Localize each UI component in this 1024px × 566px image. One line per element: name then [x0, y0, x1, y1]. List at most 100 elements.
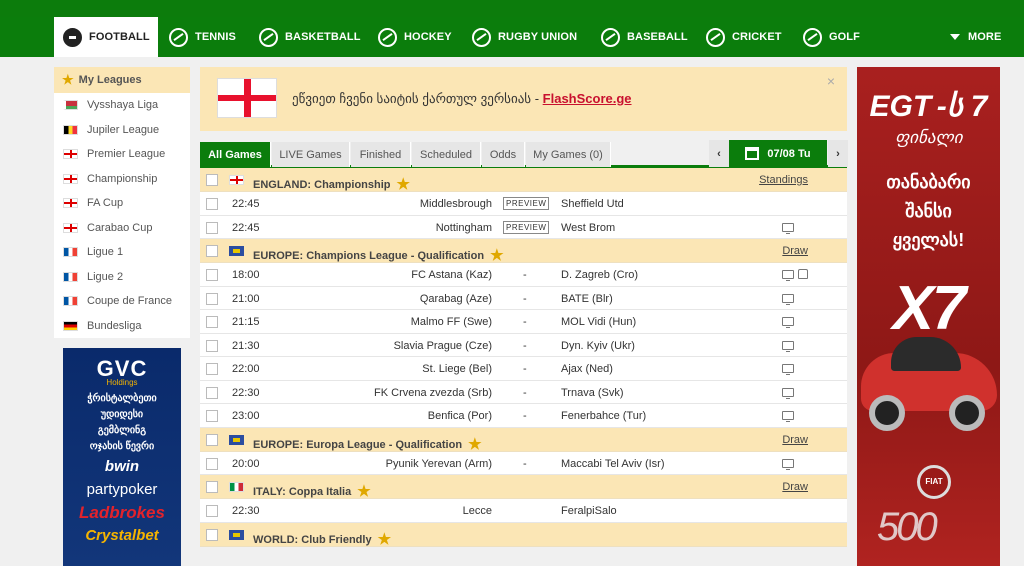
match-checkbox[interactable] [206, 505, 218, 517]
match-checkbox[interactable] [206, 363, 218, 375]
tv-icon[interactable] [782, 411, 794, 422]
lineup-shirt-icon[interactable] [798, 269, 808, 279]
tv-icon[interactable] [782, 293, 794, 305]
tab-all-games[interactable]: All Games [200, 142, 271, 167]
tab-odds[interactable]: Odds [482, 142, 525, 167]
nav-tennis[interactable]: Tennis [169, 17, 236, 57]
preview-badge[interactable]: PREVIEW [503, 220, 550, 234]
nav-cricket[interactable]: Cricket [706, 17, 782, 57]
league-link-bundesliga[interactable]: Bundesliga [54, 314, 190, 339]
nav-rugby-union[interactable]: Rugby Union [472, 17, 577, 57]
league-link-carabao-cup[interactable]: Carabao Cup [54, 216, 190, 241]
star-icon[interactable]: ★ [397, 176, 410, 193]
star-icon[interactable]: ★ [490, 247, 503, 264]
league-link-jupiler-league[interactable]: Jupiler League [54, 118, 190, 143]
star-icon[interactable]: ★ [357, 483, 370, 500]
match-row[interactable]: 22:30 FK Crvena zvezda (Srb) - Trnava (S… [200, 380, 847, 404]
draw-link[interactable]: Draw [782, 434, 808, 446]
tennis-icon [169, 27, 188, 47]
home-team: Slavia Prague (Cze) [393, 339, 492, 352]
league-link-ligue-2[interactable]: Ligue 2 [54, 265, 190, 290]
tv-icon[interactable] [782, 458, 794, 470]
match-row[interactable]: 18:00 FC Astana (Kaz) - D. Zagreb (Cro) [200, 263, 847, 287]
tv-icon[interactable] [782, 222, 794, 234]
league-link-ligue-1[interactable]: Ligue 1 [54, 240, 190, 265]
match-row[interactable]: 21:15 Malmo FF (Swe) - MOL Vidi (Hun) [200, 310, 847, 334]
close-icon[interactable]: × [827, 73, 835, 89]
tv-icon[interactable] [782, 340, 794, 352]
match-row[interactable]: 20:00 Pyunik Yerevan (Arm) - Maccabi Tel… [200, 451, 847, 475]
match-checkbox[interactable] [206, 292, 218, 305]
league-name[interactable]: ENGLAND: Championship ★ [253, 174, 410, 193]
match-time: 22:30 [232, 386, 260, 399]
home-team: Middlesbrough [419, 198, 492, 210]
match-checkbox[interactable] [206, 269, 218, 281]
nav-football[interactable]: Football [54, 17, 158, 57]
match-row[interactable]: 22:45 Middlesbrough PREVIEW Sheffield Ut… [200, 192, 847, 216]
nav-label: Tennis [195, 31, 236, 43]
nav-baseball[interactable]: Baseball [601, 17, 688, 57]
league-checkbox[interactable] [206, 174, 218, 186]
draw-link[interactable]: Draw [782, 245, 808, 257]
my-leagues-header: ★ My Leagues [54, 67, 190, 93]
league-name[interactable]: EUROPE: Europa League - Qualification ★ [253, 434, 482, 453]
tv-icon[interactable] [782, 364, 794, 375]
basketball-icon [259, 27, 278, 47]
gvc-advertisement[interactable]: GVC Holdings ჭრისტალბეთი უდიდესი გემბლინ… [63, 348, 181, 566]
league-link-fa-cup[interactable]: FA Cup [54, 191, 190, 216]
cricket-icon [706, 27, 725, 47]
tab-finished[interactable]: Finished [351, 142, 411, 167]
match-row[interactable]: 21:30 Slavia Prague (Cze) - Dyn. Kyiv (U… [200, 333, 847, 357]
league-name[interactable]: ITALY: Coppa Italia ★ [253, 481, 371, 500]
tab-live-games[interactable]: LIVE Games [272, 142, 350, 167]
league-link-premier-league[interactable]: Premier League [54, 142, 190, 167]
match-checkbox[interactable] [206, 457, 218, 470]
match-checkbox[interactable] [206, 410, 218, 422]
nav-basketball[interactable]: Basketball [259, 17, 361, 57]
league-link-championship[interactable]: Championship [54, 167, 190, 192]
league-checkbox[interactable] [206, 481, 218, 493]
match-checkbox[interactable] [206, 386, 218, 399]
match-time: 22:30 [232, 505, 260, 517]
league-label: Bundesliga [87, 319, 142, 332]
league-name[interactable]: EUROPE: Champions League - Qualification… [253, 245, 504, 264]
preview-badge[interactable]: PREVIEW [503, 197, 550, 210]
tab-my-games[interactable]: My Games (0) [526, 142, 611, 167]
standings-link[interactable]: Standings [759, 174, 808, 186]
draw-link[interactable]: Draw [782, 481, 808, 493]
tv-icon[interactable] [782, 317, 794, 328]
match-row[interactable]: 21:00 Qarabag (Aze) - BATE (Blr) [200, 286, 847, 310]
star-icon[interactable]: ★ [378, 531, 391, 548]
baseball-icon [601, 27, 620, 47]
previous-day-button[interactable]: ‹ [709, 140, 729, 167]
match-checkbox[interactable] [206, 339, 218, 352]
match-row[interactable]: 22:00 St. Liege (Bel) - Ajax (Ned) [200, 357, 847, 381]
nav-more[interactable]: MORE [950, 17, 1001, 57]
match-row[interactable]: 22:30 Lecce FeralpiSalo [200, 499, 847, 523]
tab-scheduled[interactable]: Scheduled [412, 142, 481, 167]
league-header: ITALY: Coppa Italia ★ Draw [200, 475, 847, 500]
match-checkbox[interactable] [206, 198, 218, 210]
match-row[interactable]: 22:45 Nottingham PREVIEW West Brom [200, 215, 847, 239]
flag-france-icon [63, 296, 78, 307]
egt-advertisement[interactable]: EGT -ს 7 ფინალი თანაბარი შანსი ყველას! X… [857, 67, 1000, 566]
league-checkbox[interactable] [206, 528, 218, 541]
nav-golf[interactable]: Golf [803, 17, 860, 57]
match-checkbox[interactable] [206, 221, 218, 234]
date-picker[interactable]: 07/08 Tu [729, 140, 827, 167]
match-checkbox[interactable] [206, 316, 218, 328]
league-label: Championship [87, 172, 158, 185]
league-link-coupe-de-france[interactable]: Coupe de France [54, 289, 190, 314]
home-team: Lecce [462, 505, 492, 517]
nav-hockey[interactable]: Hockey [378, 17, 452, 57]
tv-icon[interactable] [782, 270, 794, 281]
league-checkbox[interactable] [206, 433, 218, 446]
flashscore-ge-link[interactable]: FlashScore.ge [543, 91, 632, 106]
league-link-vysshaya-liga[interactable]: Vysshaya Liga [54, 93, 190, 118]
next-day-button[interactable]: › [828, 140, 848, 167]
league-name[interactable]: WORLD: Club Friendly ★ [253, 529, 391, 548]
match-row[interactable]: 23:00 Benfica (Por) - Fenerbahce (Tur) [200, 404, 847, 428]
star-icon[interactable]: ★ [468, 436, 481, 453]
league-checkbox[interactable] [206, 245, 218, 257]
tv-icon[interactable] [782, 387, 794, 399]
